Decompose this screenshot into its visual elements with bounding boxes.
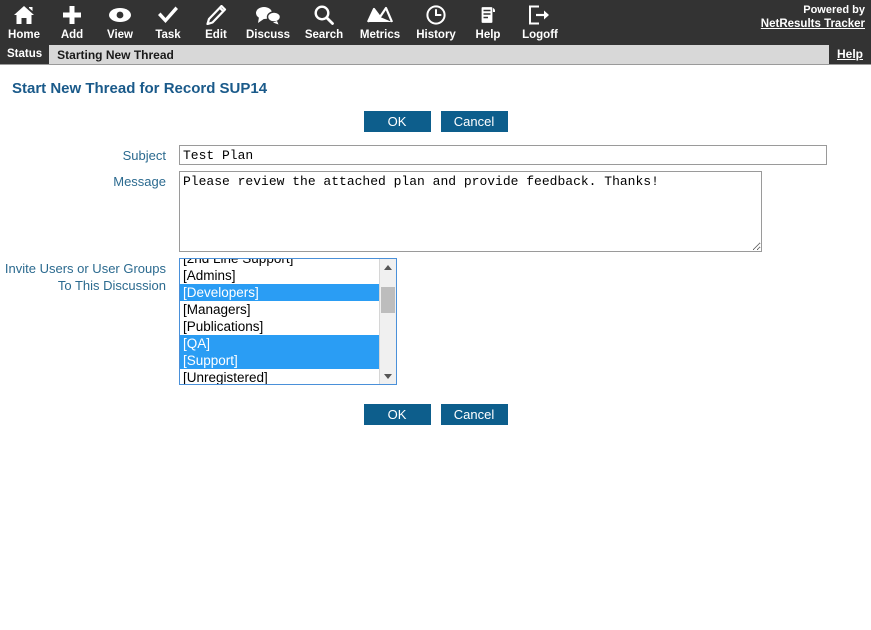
scrollbar-track[interactable] (380, 275, 396, 368)
list-item[interactable]: [Developers] (180, 284, 380, 301)
nav-item-metrics[interactable]: Metrics (352, 0, 408, 45)
cancel-button-bottom[interactable]: Cancel (440, 404, 508, 425)
nav-item-label: Task (155, 29, 181, 41)
nav-item-search[interactable]: Search (296, 0, 352, 45)
nav-item-label: View (107, 29, 133, 41)
list-item[interactable]: [Support] (180, 352, 380, 369)
invite-label: Invite Users or User Groups To This Disc… (0, 258, 179, 294)
nav-item-label: Add (60, 29, 84, 41)
netresults-tracker-link[interactable]: NetResults Tracker (761, 17, 865, 31)
nav-item-logoff[interactable]: Logoff (512, 0, 568, 45)
nav-item-history[interactable]: History (408, 0, 464, 45)
nav-item-label: Edit (205, 29, 227, 41)
nav-item-label: Help (475, 29, 501, 41)
powered-by-text: Powered by (803, 4, 865, 16)
list-item[interactable]: [2nd Line Support] (180, 259, 380, 267)
nav-item-home[interactable]: Home (0, 0, 48, 45)
page-title: Start New Thread for Record SUP14 (12, 80, 268, 97)
invite-label-line2: To This Discussion (57, 278, 166, 293)
nav-item-label: Home (8, 29, 40, 41)
list-item[interactable]: [QA] (180, 335, 380, 352)
list-item[interactable]: [Publications] (180, 318, 380, 335)
scroll-up-arrow-icon[interactable] (380, 259, 396, 275)
subject-label: Subject (122, 148, 166, 163)
nav-item-label: Search (304, 29, 344, 41)
ok-button-bottom[interactable]: OK (363, 404, 431, 425)
help-link[interactable]: Help (828, 45, 871, 64)
list-item[interactable]: [Unregistered] (180, 369, 380, 384)
subject-input[interactable] (179, 145, 827, 165)
nav-item-label: Logoff (522, 29, 558, 41)
scrollbar-thumb[interactable] (381, 287, 395, 313)
ok-button-top[interactable]: OK (363, 111, 431, 132)
list-item[interactable]: [Admins] (180, 267, 380, 284)
cancel-button-top[interactable]: Cancel (440, 111, 508, 132)
button-row-top: OK Cancel (0, 111, 871, 132)
nav-item-discuss[interactable]: Discuss (240, 0, 296, 45)
checkmark-icon (156, 3, 180, 27)
clock-icon (425, 3, 447, 27)
invite-label-line1: Invite Users or User Groups (4, 261, 166, 276)
nav-item-edit[interactable]: Edit (192, 0, 240, 45)
document-icon (478, 3, 498, 27)
powered-by-block: Powered by NetResults Tracker (761, 3, 865, 31)
nav-item-label: Metrics (359, 29, 401, 41)
nav-item-view[interactable]: View (96, 0, 144, 45)
invite-users-listbox[interactable]: [2nd Line Support] [Admins] [Developers]… (179, 258, 397, 385)
eye-icon (108, 3, 132, 27)
exit-arrow-icon (528, 3, 552, 27)
listbox-scrollbar[interactable] (379, 259, 396, 384)
status-label: Status (0, 45, 50, 64)
invite-row: Invite Users or User Groups To This Disc… (0, 258, 871, 385)
pencil-icon (205, 3, 227, 27)
message-row: Message Please review the attached plan … (0, 171, 871, 252)
list-item[interactable]: [Managers] (180, 301, 380, 318)
chart-line-icon (367, 3, 393, 27)
nav-item-add[interactable]: Add (48, 0, 96, 45)
message-textarea[interactable]: Please review the attached plan and prov… (179, 171, 762, 252)
message-label: Message (113, 174, 166, 189)
nav-item-help[interactable]: Help (464, 0, 512, 45)
magnifier-icon (313, 3, 335, 27)
nav-item-task[interactable]: Task (144, 0, 192, 45)
status-bar: Status Starting New Thread Help (0, 45, 871, 65)
home-icon (13, 3, 35, 27)
subject-row: Subject (0, 145, 871, 165)
top-navigation-bar: Home Add View Task Edit Discuss Search M… (0, 0, 871, 45)
new-thread-form: Subject Message Please review the attach… (0, 145, 871, 385)
plus-icon (61, 3, 83, 27)
nav-item-label: History (416, 29, 456, 41)
button-row-bottom: OK Cancel (0, 404, 871, 425)
speech-bubbles-icon (255, 3, 281, 27)
listbox-options: [2nd Line Support] [Admins] [Developers]… (180, 259, 380, 384)
status-message: Starting New Thread (57, 47, 174, 62)
nav-item-label: Discuss (245, 29, 291, 41)
scroll-down-arrow-icon[interactable] (380, 368, 396, 384)
